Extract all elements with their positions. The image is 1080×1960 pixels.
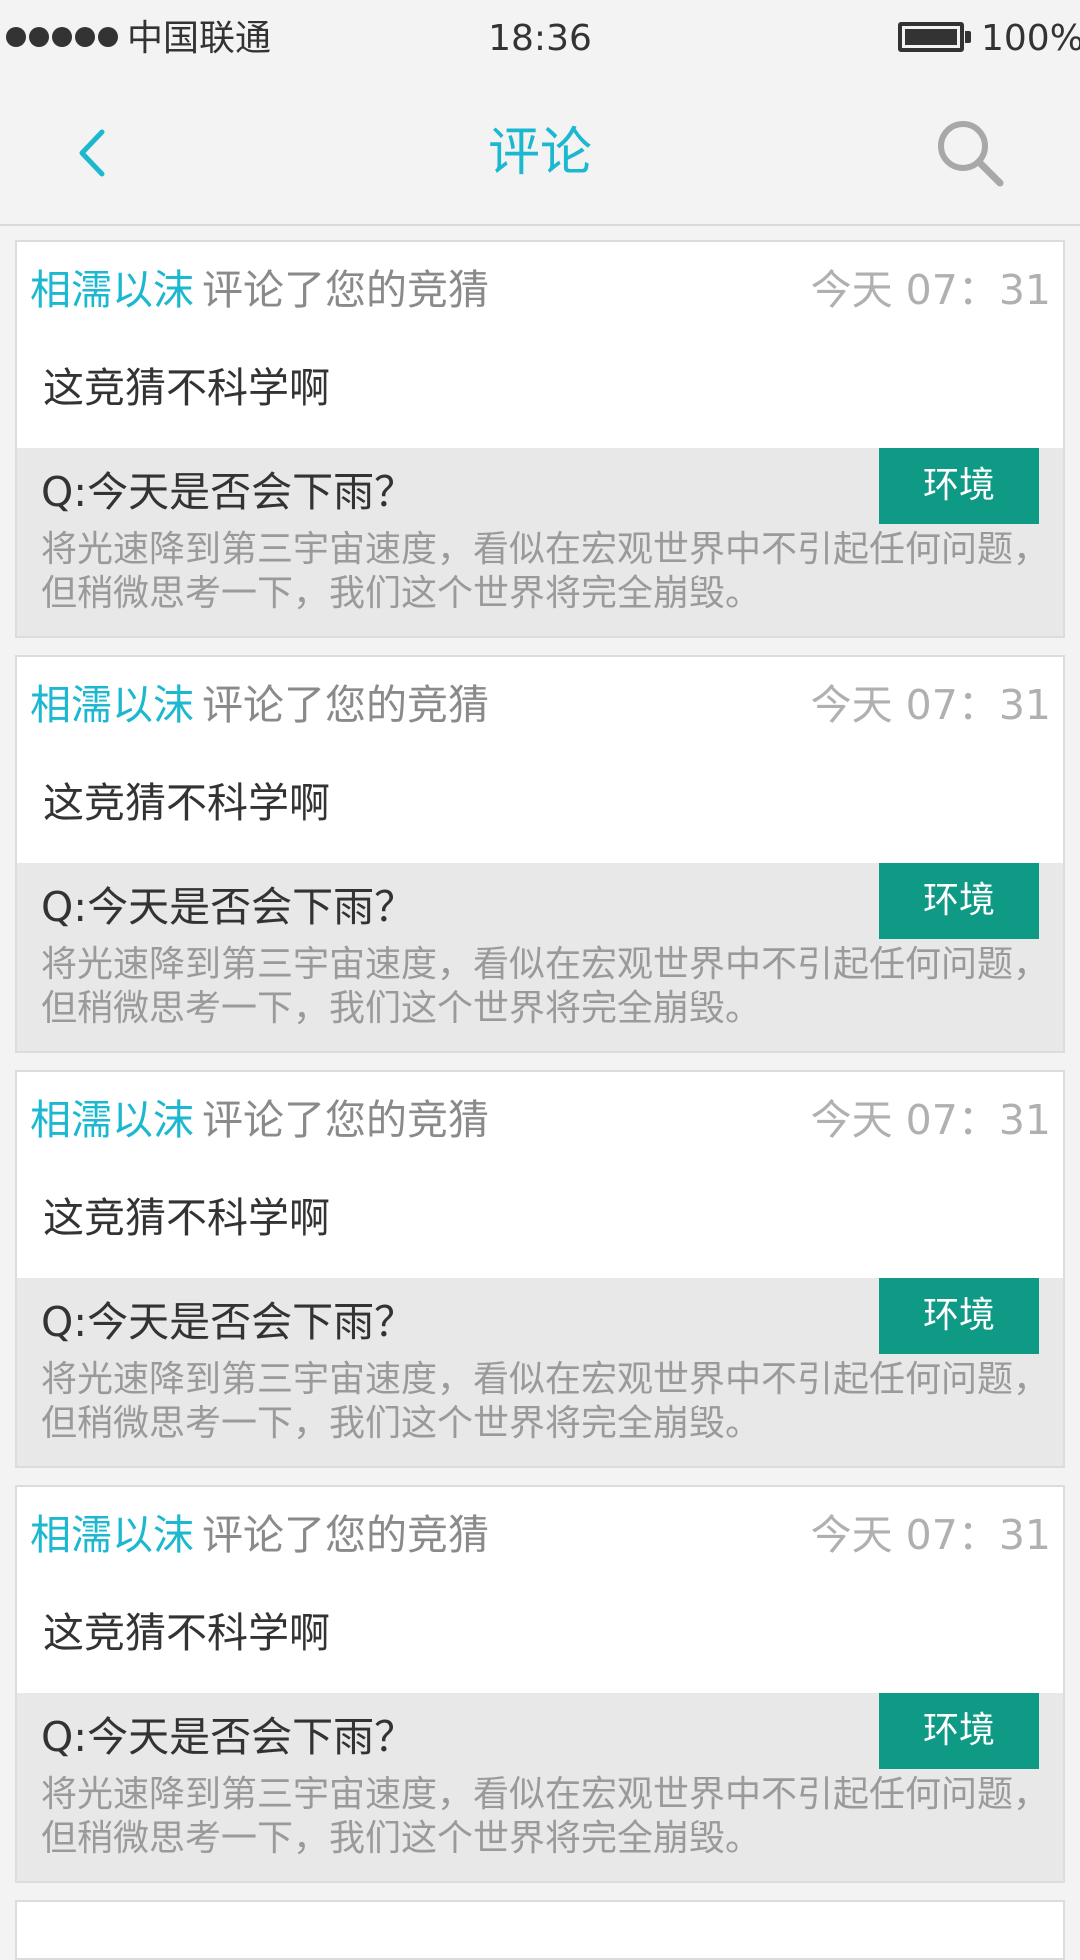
quiz-description-line: 将光速降到第三宇宙速度，看似在宏观世界中不引起任何问题，: [41, 1774, 1050, 1815]
comment-text: 这竞猜不科学啊: [43, 779, 330, 827]
quiz-description-line: 将光速降到第三宇宙速度，看似在宏观世界中不引起任何问题，: [41, 1359, 1050, 1400]
quiz-description-line: 但稍微思考一下，我们这个世界将完全崩毁。: [41, 1818, 762, 1859]
quiz-preview[interactable]: Q:今天是否会下雨？ 环境 将光速降到第三宇宙速度，看似在宏观世界中不引起任何问…: [17, 1278, 1063, 1466]
comment-time: 今天 07：31: [810, 266, 1051, 314]
quiz-preview[interactable]: Q:今天是否会下雨？ 环境 将光速降到第三宇宙速度，看似在宏观世界中不引起任何问…: [17, 448, 1063, 636]
quiz-description-line: 但稍微思考一下，我们这个世界将完全崩毁。: [41, 988, 762, 1029]
comment-time: 今天 07：31: [810, 1511, 1051, 1559]
quiz-question: Q:今天是否会下雨？: [41, 468, 416, 516]
comment-action-text: 评论了您的竞猜: [202, 1511, 489, 1559]
comment-time: 今天 07：31: [810, 1096, 1051, 1144]
comment-time: 今天 07：31: [810, 681, 1051, 729]
page-title: 评论: [487, 123, 592, 183]
commenter-name[interactable]: 相濡以沫: [30, 677, 194, 733]
quiz-question: Q:今天是否会下雨？: [41, 883, 416, 931]
category-tag: 环境: [879, 1693, 1039, 1769]
quiz-description: 将光速降到第三宇宙速度，看似在宏观世界中不引起任何问题， 但稍微思考一下，我们这…: [41, 1358, 1051, 1446]
category-tag: 环境: [879, 863, 1039, 939]
commenter-name[interactable]: 相濡以沫: [30, 1507, 194, 1563]
quiz-question: Q:今天是否会下雨？: [41, 1298, 416, 1346]
comment-action-text: 评论了您的竞猜: [202, 681, 489, 729]
quiz-description: 将光速降到第三宇宙速度，看似在宏观世界中不引起任何问题， 但稍微思考一下，我们这…: [41, 528, 1051, 616]
battery-tip: [965, 31, 971, 43]
comment-header: 相濡以沫 评论了您的竞猜 今天 07：31: [17, 1072, 1063, 1172]
search-button[interactable]: [930, 113, 1010, 193]
comment-header: 相濡以沫 评论了您的竞猜 今天 07：31: [17, 242, 1063, 342]
battery-icon: [898, 22, 964, 52]
search-icon: [938, 121, 1004, 187]
quiz-description-line: 将光速降到第三宇宙速度，看似在宏观世界中不引起任何问题，: [41, 944, 1050, 985]
comment-text: 这竞猜不科学啊: [43, 364, 330, 412]
quiz-description-line: 但稍微思考一下，我们这个世界将完全崩毁。: [41, 1403, 762, 1444]
nav-bar: 评论: [0, 78, 1080, 226]
comment-header: 相濡以沫 评论了您的竞猜 今天 07：31: [17, 1487, 1063, 1587]
quiz-description: 将光速降到第三宇宙速度，看似在宏观世界中不引起任何问题， 但稍微思考一下，我们这…: [41, 1773, 1051, 1861]
comment-header: 相濡以沫 评论了您的竞猜 今天 07：31: [17, 657, 1063, 757]
comment-card[interactable]: 相濡以沫 评论了您的竞猜 今天 07：31 这竞猜不科学啊 Q:今天是否会下雨？…: [15, 1070, 1065, 1468]
category-tag: 环境: [879, 448, 1039, 524]
comment-text: 这竞猜不科学啊: [43, 1194, 330, 1242]
comment-action-text: 评论了您的竞猜: [202, 266, 489, 314]
comment-card[interactable]: 相濡以沫 评论了您的竞猜 今天 07：31 这竞猜不科学啊 Q:今天是否会下雨？…: [15, 1485, 1065, 1883]
quiz-description-line: 将光速降到第三宇宙速度，看似在宏观世界中不引起任何问题，: [41, 529, 1050, 570]
commenter-name[interactable]: 相濡以沫: [30, 262, 194, 318]
comment-action-text: 评论了您的竞猜: [202, 1096, 489, 1144]
status-bar: 中国联通 18:36 100%: [0, 0, 1080, 78]
quiz-preview[interactable]: Q:今天是否会下雨？ 环境 将光速降到第三宇宙速度，看似在宏观世界中不引起任何问…: [17, 1693, 1063, 1881]
comment-text: 这竞猜不科学啊: [43, 1609, 330, 1657]
quiz-question: Q:今天是否会下雨？: [41, 1713, 416, 1761]
category-tag: 环境: [879, 1278, 1039, 1354]
commenter-name[interactable]: 相濡以沫: [30, 1092, 194, 1148]
comment-card[interactable]: 相濡以沫 评论了您的竞猜 今天 07：31 这竞猜不科学啊 Q:今天是否会下雨？…: [15, 655, 1065, 1053]
comment-card[interactable]: [15, 1900, 1065, 1960]
quiz-description: 将光速降到第三宇宙速度，看似在宏观世界中不引起任何问题， 但稍微思考一下，我们这…: [41, 943, 1051, 1031]
quiz-preview[interactable]: Q:今天是否会下雨？ 环境 将光速降到第三宇宙速度，看似在宏观世界中不引起任何问…: [17, 863, 1063, 1051]
quiz-description-line: 但稍微思考一下，我们这个世界将完全崩毁。: [41, 573, 762, 614]
comment-card[interactable]: 相濡以沫 评论了您的竞猜 今天 07：31 这竞猜不科学啊 Q:今天是否会下雨？…: [15, 240, 1065, 638]
battery-percent: 100%: [981, 18, 1080, 59]
